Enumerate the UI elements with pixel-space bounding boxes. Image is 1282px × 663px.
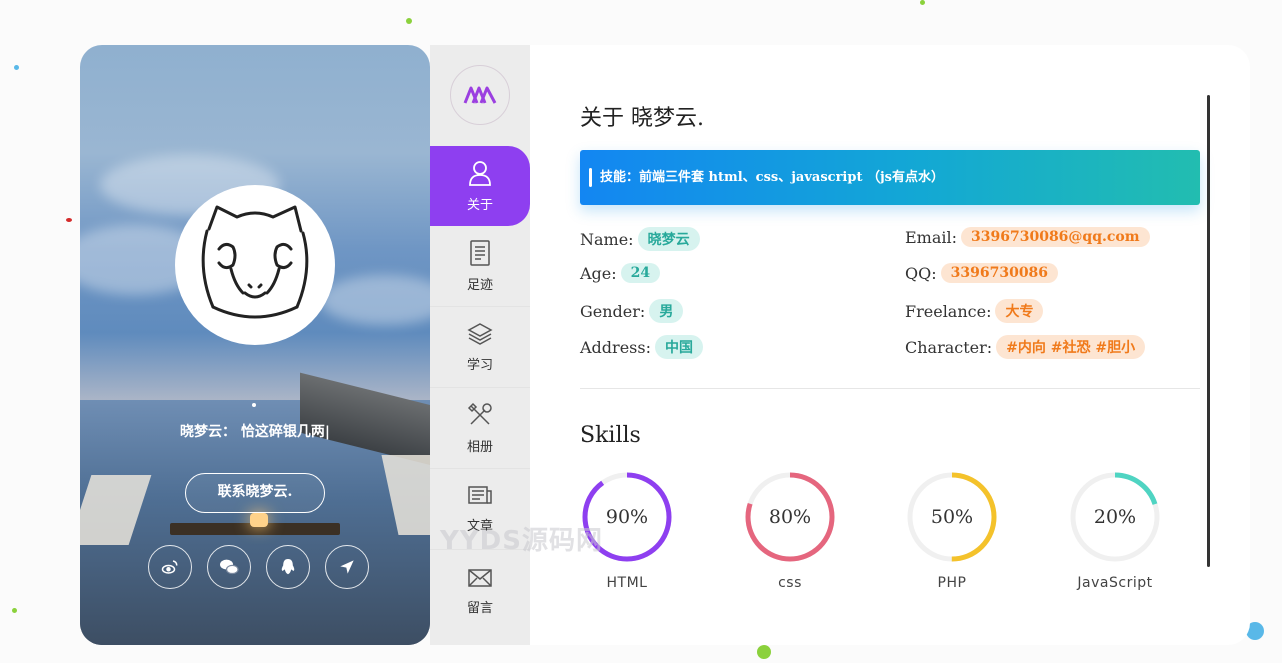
intro-text: 晓梦云： 恰这碎银几两| xyxy=(180,424,330,440)
cloud-decoration xyxy=(320,275,430,325)
gauge-label: JavaScript xyxy=(1077,575,1153,591)
profile-card: 晓梦云： 恰这碎银几两| 联系晓梦云. xyxy=(80,45,430,645)
article-icon xyxy=(468,486,492,504)
main-panel: 关于 晓梦云. 技能：前端三件套 html、css、javascript （js… xyxy=(530,45,1250,645)
contact-button[interactable]: 联系晓梦云. xyxy=(185,473,325,513)
info-name: Name: 晓梦云 xyxy=(580,227,700,251)
gauge-label: css xyxy=(778,575,802,591)
gauge-value: 80% xyxy=(768,506,812,528)
qq-link[interactable] xyxy=(266,545,310,589)
skill-gauge: 50% xyxy=(905,470,999,564)
info-key: Character: xyxy=(905,337,993,357)
qq-icon xyxy=(281,559,295,575)
gauge-label: PHP xyxy=(937,575,967,591)
nav-item-about[interactable]: 关于 xyxy=(430,146,530,226)
info-value: 大专 xyxy=(995,299,1044,323)
info-qq: QQ: 3396730086 xyxy=(905,263,1059,283)
lamp-decoration xyxy=(250,513,268,527)
background-dot xyxy=(406,18,412,24)
nav-item-label: 学习 xyxy=(466,358,493,373)
nav-item-message[interactable]: 留言 xyxy=(430,551,530,631)
dot-decoration xyxy=(252,403,256,407)
nav-item-study[interactable]: 学习 xyxy=(430,308,530,388)
info-value: 24 xyxy=(620,263,661,283)
background-dot xyxy=(920,0,925,5)
watermark: YYDS源码网 xyxy=(440,526,603,556)
nav-item-label: 足迹 xyxy=(466,278,493,293)
nav-item-label: 留言 xyxy=(466,600,493,616)
scrollbar[interactable] xyxy=(1207,95,1210,567)
location-arrow-icon xyxy=(340,560,354,574)
background-dot xyxy=(66,218,72,222)
info-value: 男 xyxy=(649,299,684,323)
skills-banner: 技能：前端三件套 html、css、javascript （js有点水） xyxy=(580,150,1200,205)
info-key: QQ: xyxy=(905,263,937,283)
skills-title: Skills xyxy=(580,423,641,448)
user-icon xyxy=(469,160,491,186)
skill-gauge: 80% xyxy=(743,470,837,564)
info-key: Age: xyxy=(580,263,617,283)
info-key: Address: xyxy=(580,337,651,357)
info-freelance: Freelance: 大专 xyxy=(905,299,1044,323)
info-key: Gender: xyxy=(580,301,646,321)
location-link[interactable] xyxy=(325,545,369,589)
weibo-icon xyxy=(161,560,178,574)
background-dot xyxy=(14,65,19,70)
social-links xyxy=(148,545,369,589)
document-icon xyxy=(470,240,490,266)
info-value: 3396730086 xyxy=(940,263,1059,283)
wechat-icon xyxy=(220,559,239,575)
tools-icon xyxy=(467,402,492,425)
divider xyxy=(580,388,1200,389)
logo-icon xyxy=(463,86,497,104)
nav-item-label: 关于 xyxy=(466,197,493,213)
gauge-label: HTML xyxy=(606,575,648,591)
info-value: 中国 xyxy=(654,335,703,359)
nav-item-footprint[interactable]: 足迹 xyxy=(430,227,530,307)
info-address: Address: 中国 xyxy=(580,335,703,359)
info-key: Freelance: xyxy=(905,301,992,321)
wechat-link[interactable] xyxy=(207,545,251,589)
page-title: 关于 晓梦云. xyxy=(580,106,704,131)
nav-item-album[interactable]: 相册 xyxy=(430,389,530,469)
nav-item-label: 相册 xyxy=(466,440,493,455)
avatar xyxy=(175,185,335,345)
gauge-value: 50% xyxy=(930,506,974,528)
skill-gauge: 20% xyxy=(1068,470,1162,564)
info-value: #内向 #社恐 #胆小 xyxy=(996,335,1146,359)
background-dot xyxy=(12,608,17,613)
gauge-value: 20% xyxy=(1093,506,1137,528)
weibo-link[interactable] xyxy=(148,545,192,589)
info-age: Age: 24 xyxy=(580,263,661,283)
info-character: Character: #内向 #社恐 #胆小 xyxy=(905,335,1146,359)
info-value: 晓梦云 xyxy=(637,227,700,251)
background-dot xyxy=(757,645,771,659)
logo[interactable] xyxy=(450,65,510,125)
info-key: Name: xyxy=(580,229,634,249)
mail-icon xyxy=(468,568,492,587)
layers-icon xyxy=(467,323,493,345)
info-key: Email: xyxy=(905,227,958,247)
info-email: Email: 3396730086@qq.com xyxy=(905,227,1150,247)
info-value: 3396730086@qq.com xyxy=(961,227,1150,247)
info-gender: Gender: 男 xyxy=(580,299,684,323)
